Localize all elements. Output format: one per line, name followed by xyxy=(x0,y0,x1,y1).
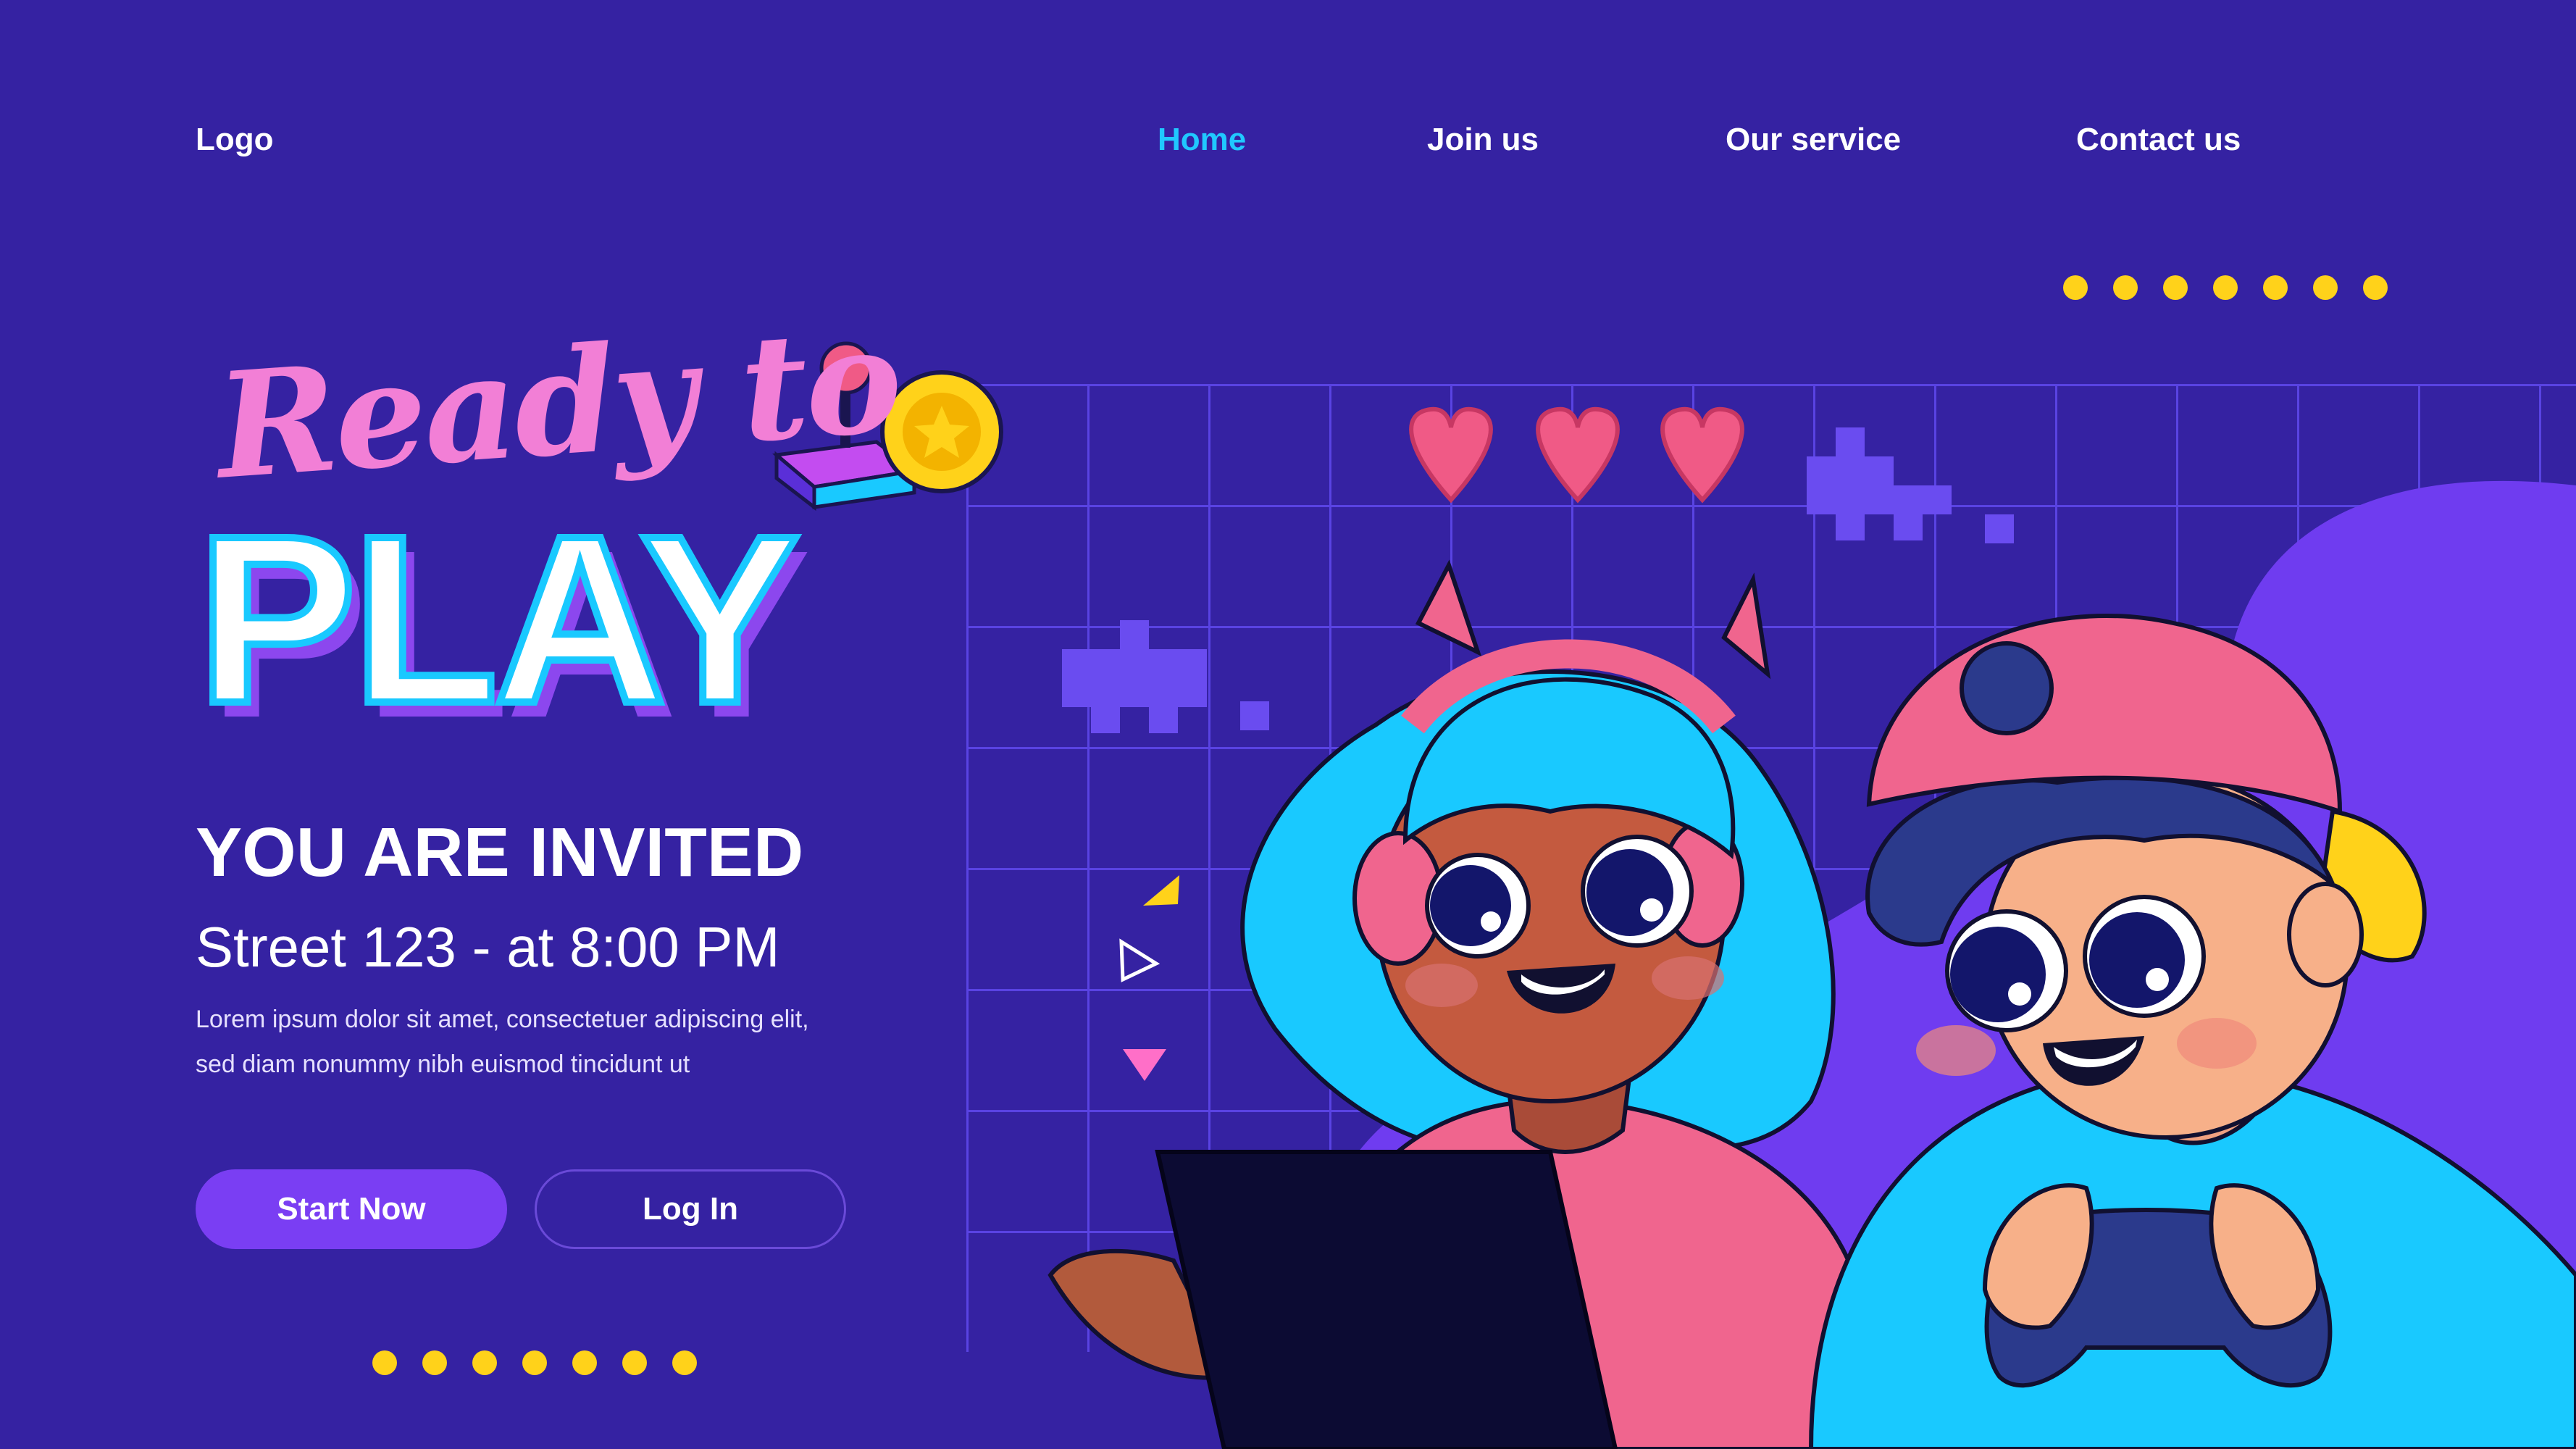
dot xyxy=(2263,275,2288,300)
dot xyxy=(622,1350,647,1375)
logo[interactable]: Logo xyxy=(196,122,274,158)
hero-description: Lorem ipsum dolor sit amet, consectetuer… xyxy=(196,1006,809,1078)
dot xyxy=(2213,275,2238,300)
heart-icon xyxy=(1536,406,1620,504)
dot xyxy=(2163,275,2188,300)
heart-icon xyxy=(1409,406,1493,504)
dot xyxy=(422,1350,447,1375)
decorative-dots-top xyxy=(2063,275,2388,300)
nav-contact-us-link[interactable]: Contact us xyxy=(2076,122,2241,158)
decorative-dots-bottom xyxy=(372,1350,697,1375)
triangle-icon xyxy=(1143,875,1179,906)
dot xyxy=(2313,275,2338,300)
dot xyxy=(572,1350,597,1375)
triangle-icon xyxy=(1123,1049,1166,1081)
nav-join-us-link[interactable]: Join us xyxy=(1427,122,1539,158)
hero-title: PLAY xyxy=(193,485,803,753)
triangle-icon xyxy=(1119,938,1161,982)
heart-icon xyxy=(1660,406,1744,504)
tablet xyxy=(1047,1150,1618,1449)
dot xyxy=(2113,275,2138,300)
event-address: Street 123 - at 8:00 PM xyxy=(196,915,780,979)
dot xyxy=(2363,275,2388,300)
start-now-button[interactable]: Start Now xyxy=(196,1169,507,1249)
dot xyxy=(2063,275,2088,300)
dot xyxy=(522,1350,547,1375)
space-invader-icon xyxy=(1807,427,2014,543)
hero-subtitle: YOU ARE INVITED xyxy=(196,814,804,891)
dot xyxy=(672,1350,697,1375)
dot xyxy=(372,1350,397,1375)
log-in-button[interactable]: Log In xyxy=(535,1169,846,1249)
nav-home-link[interactable]: Home xyxy=(1158,122,1246,158)
dot xyxy=(472,1350,497,1375)
space-invader-icon xyxy=(1062,620,1269,733)
nav-our-service-link[interactable]: Our service xyxy=(1726,122,1901,158)
